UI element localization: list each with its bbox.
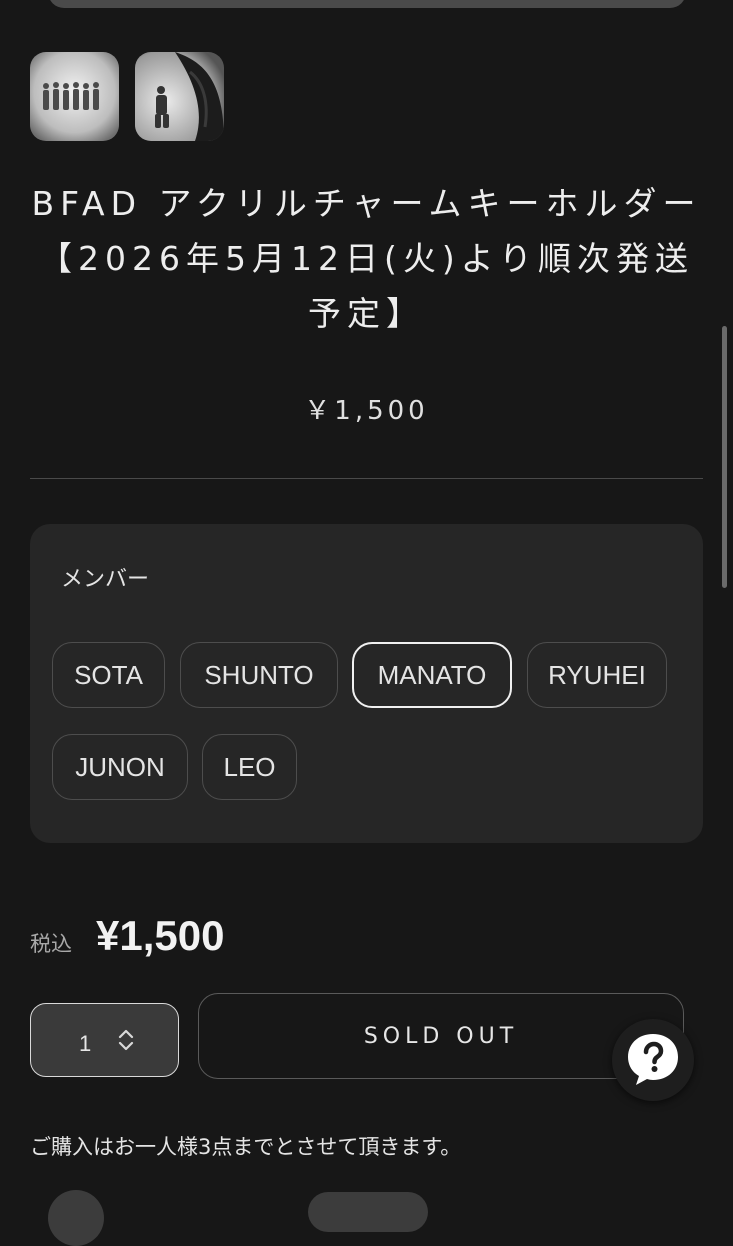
variant-option-sota[interactable]: SOTA: [52, 642, 165, 708]
chevron-up-down-icon: [118, 1029, 134, 1051]
divider: [30, 478, 703, 479]
tax-label: 税込: [30, 932, 72, 956]
variant-option-shunto[interactable]: SHUNTO: [180, 642, 338, 708]
variant-option-junon[interactable]: JUNON: [52, 734, 188, 800]
help-chat-icon: [628, 1034, 678, 1085]
product-title: BFAD アクリルチャームキーホルダー【2026年5月12日(火)より順次発送予…: [31, 184, 702, 333]
quantity-value: 1: [79, 1031, 92, 1056]
variant-option-ryuhei[interactable]: RYUHEI: [527, 642, 667, 708]
variant-selector: メンバー SOTA SHUNTO MANATO RYUHEI JUNON LEO: [30, 524, 703, 843]
product-image-edge: [48, 0, 686, 8]
variant-option-leo[interactable]: LEO: [202, 734, 297, 800]
thumbnail-1[interactable]: [30, 52, 119, 141]
variant-label: メンバー: [61, 567, 150, 592]
help-chat-button[interactable]: [612, 1019, 694, 1101]
bottom-pill-button[interactable]: [308, 1192, 428, 1232]
product-price: ￥1,500: [304, 396, 429, 426]
share-button[interactable]: [48, 1190, 104, 1246]
thumbnail-2[interactable]: [135, 52, 224, 141]
scrollbar[interactable]: [722, 326, 727, 588]
quantity-selector[interactable]: 1: [30, 1003, 179, 1077]
product-photo-member-icon: [135, 52, 224, 141]
purchase-price: ¥1,500: [96, 912, 225, 959]
purchase-limit-note: ご購入はお一人様3点までとさせて頂きます。: [30, 1135, 462, 1159]
variant-option-manato[interactable]: MANATO: [352, 642, 512, 708]
product-photo-group-icon: [30, 52, 119, 141]
